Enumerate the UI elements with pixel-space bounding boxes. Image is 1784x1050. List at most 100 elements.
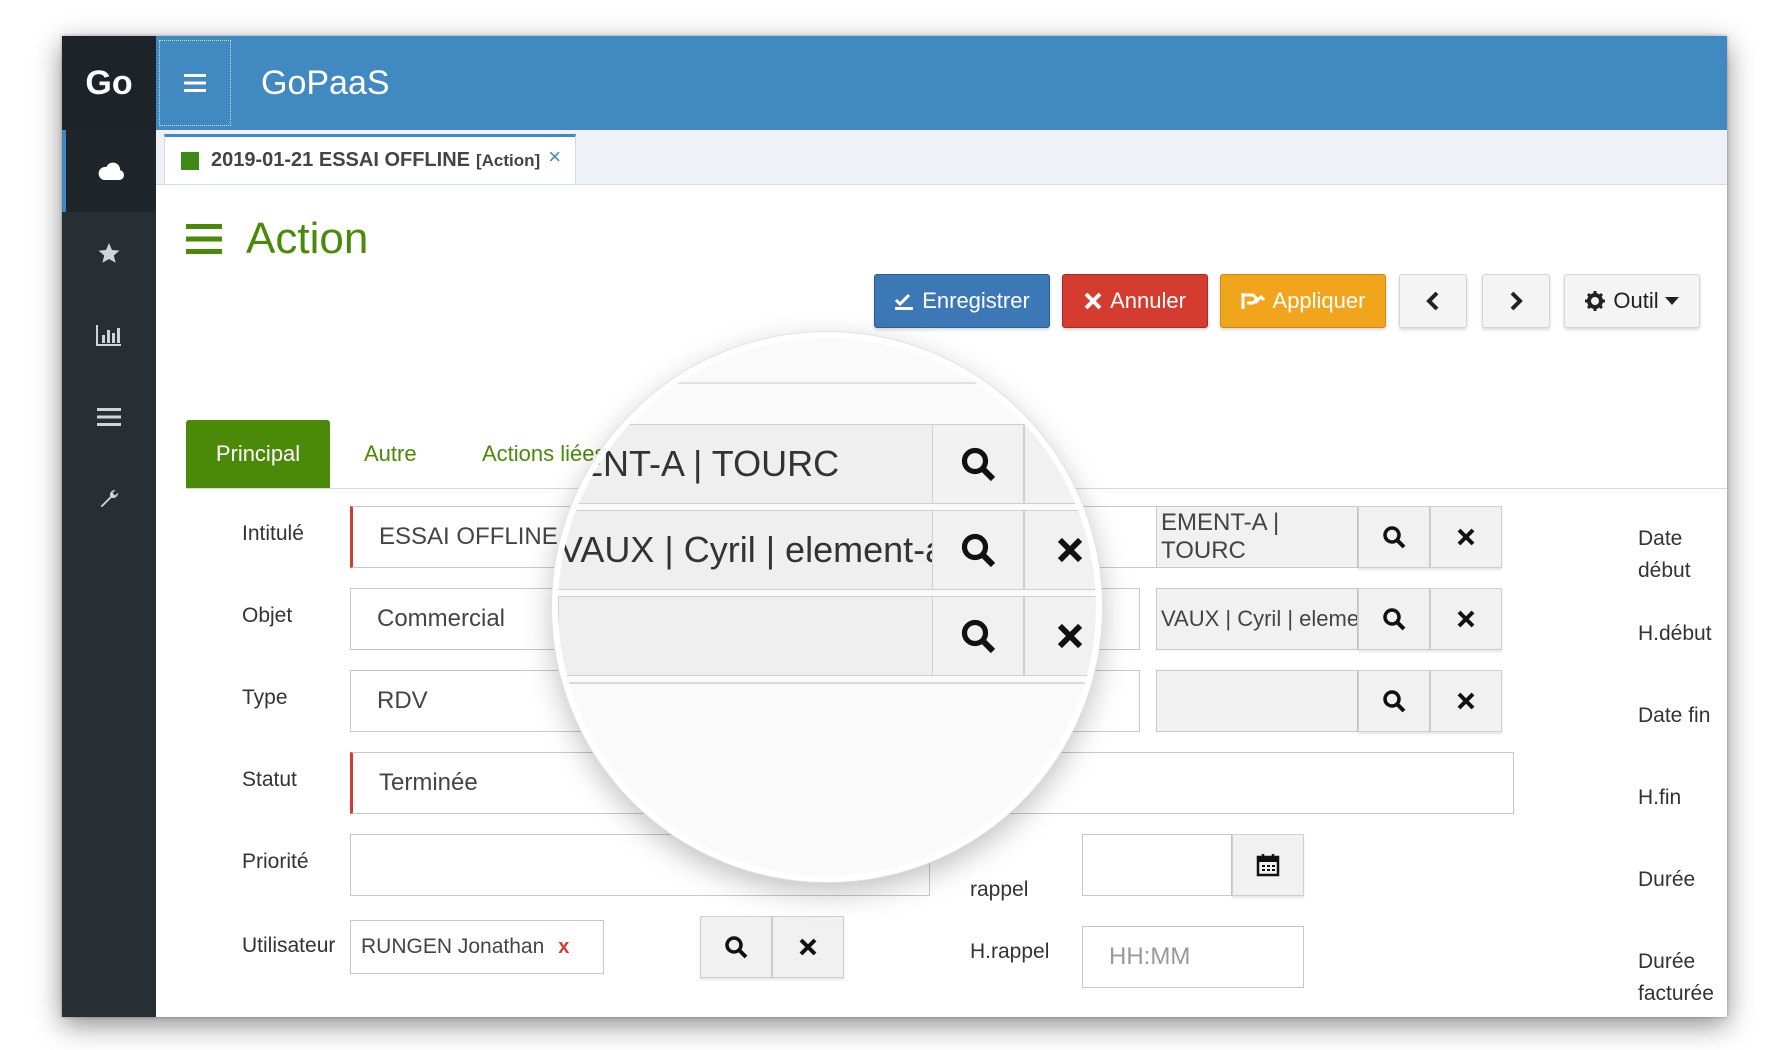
- objet-label: Objet: [242, 604, 293, 627]
- lens-contact-input: VAUX | Cyril | element-a: [558, 510, 933, 590]
- wrench-icon: [100, 489, 119, 508]
- apply-button[interactable]: Appliquer: [1220, 274, 1386, 328]
- list-icon: [97, 408, 121, 426]
- date-rappel-input[interactable]: [1082, 834, 1232, 896]
- rappel-label: rappel: [970, 878, 1029, 901]
- contact-lookup-input[interactable]: VAUX | Cyril | element-a: [1156, 588, 1358, 650]
- hrappel-input[interactable]: HH:MM: [1082, 926, 1304, 988]
- statut-value: Terminée: [379, 769, 478, 796]
- app-title: GoPaaS: [261, 63, 390, 102]
- duree-facturee-label-line2: facturée: [1638, 982, 1714, 1005]
- app-logo[interactable]: Go: [62, 36, 156, 130]
- document-tab-bar: 2019-01-21 ESSAI OFFLINE [Action] ×: [156, 130, 1727, 185]
- magnifier-lens: IENT-A | TOURC VAUX | Cyril | element-a: [552, 332, 1102, 882]
- status-square-icon: [181, 151, 199, 170]
- h-fin-label: H.fin: [1638, 786, 1682, 809]
- apply-button-label: Appliquer: [1272, 288, 1366, 313]
- utilisateur-clear-button[interactable]: [772, 916, 844, 978]
- lens-search-button: [932, 424, 1024, 504]
- sidebar-item-cloud[interactable]: [62, 130, 156, 212]
- intitule-label: Intitulé: [242, 522, 304, 545]
- lens-search-button: [932, 510, 1024, 590]
- contact-clear-button[interactable]: [1430, 588, 1502, 650]
- lens-search-button: [932, 596, 1024, 676]
- list-icon: [186, 224, 222, 254]
- type-value: RDV: [377, 687, 428, 714]
- search-icon: [725, 936, 748, 959]
- search-icon: [961, 447, 996, 482]
- cancel-button[interactable]: Annuler: [1062, 274, 1208, 328]
- sidebar-item-menu[interactable]: [62, 376, 156, 458]
- hrappel-placeholder: HH:MM: [1109, 943, 1191, 970]
- menu-toggle-button[interactable]: [159, 40, 231, 126]
- page-title-text: Action: [246, 214, 369, 263]
- priorite-label: Priorité: [242, 850, 309, 873]
- societe-lookup-input[interactable]: EMENT-A | TOURC: [1156, 506, 1358, 568]
- sidebar-item-favorites[interactable]: [62, 212, 156, 294]
- close-icon: [1457, 528, 1475, 546]
- previous-button[interactable]: [1399, 274, 1467, 328]
- duree-label: Durée: [1638, 868, 1696, 891]
- type-label: Type: [242, 686, 288, 709]
- close-icon: [1057, 623, 1083, 649]
- close-tab-button[interactable]: ×: [548, 144, 561, 170]
- page-title: Action: [186, 214, 368, 264]
- hrappel-label: H.rappel: [970, 940, 1050, 963]
- sidebar-item-tools[interactable]: [62, 458, 156, 540]
- search-icon: [1383, 608, 1406, 631]
- date-fin-label: Date fin: [1638, 704, 1711, 727]
- save-button[interactable]: Enregistrer: [874, 274, 1050, 328]
- lens-divider: [558, 382, 1096, 384]
- date-rappel-calendar-button[interactable]: [1232, 834, 1304, 896]
- close-icon: [1084, 292, 1102, 310]
- utilisateur-label: Utilisateur: [242, 934, 336, 957]
- close-icon: [1457, 610, 1475, 628]
- search-icon: [961, 533, 996, 568]
- societe-value: EMENT-A | TOURC: [1161, 509, 1280, 564]
- societe-search-button[interactable]: [1358, 506, 1430, 568]
- contact-search-button[interactable]: [1358, 588, 1430, 650]
- utilisateur-value: RUNGEN Jonathan: [361, 935, 545, 958]
- third-clear-button[interactable]: [1430, 670, 1502, 732]
- h-debut-label: H.début: [1638, 622, 1712, 645]
- utilisateur-chip-field[interactable]: RUNGEN Jonathan x: [350, 920, 604, 974]
- societe-clear-button[interactable]: [1430, 506, 1502, 568]
- tab-principal[interactable]: Principal: [186, 420, 330, 488]
- save-button-label: Enregistrer: [922, 288, 1030, 313]
- date-debut-label-line1: Date: [1638, 527, 1683, 550]
- tool-button-label: Outil: [1613, 288, 1659, 313]
- cancel-button-label: Annuler: [1110, 288, 1186, 313]
- next-button[interactable]: [1482, 274, 1550, 328]
- calendar-icon: [1256, 854, 1280, 877]
- date-debut-label-line2: début: [1638, 559, 1691, 582]
- document-tab-type: [Action]: [475, 150, 541, 170]
- remove-user-button[interactable]: x: [558, 936, 569, 959]
- tool-dropdown-button[interactable]: Outil: [1564, 274, 1700, 328]
- close-icon: [799, 938, 817, 956]
- bar-chart-icon: [96, 325, 121, 346]
- tab-autre[interactable]: Autre: [364, 420, 417, 488]
- statut-label: Statut: [242, 768, 297, 791]
- sidebar-item-reports[interactable]: [62, 294, 156, 376]
- gear-icon: [1585, 291, 1606, 311]
- duree-facturee-label-line1: Durée: [1638, 950, 1696, 973]
- lens-societe-value: IENT-A | TOURC: [569, 443, 840, 484]
- lens-clear-button: [1024, 424, 1096, 504]
- lens-societe-input: IENT-A | TOURC: [558, 424, 933, 504]
- lens-clear-button: [1024, 596, 1096, 676]
- third-search-button[interactable]: [1358, 670, 1430, 732]
- apply-icon: [1241, 291, 1265, 311]
- utilisateur-search-button[interactable]: [700, 916, 772, 978]
- lens-clear-button: [1024, 510, 1096, 590]
- chevron-right-icon: [1510, 291, 1523, 311]
- third-lookup-input[interactable]: [1156, 670, 1358, 732]
- close-icon: [1057, 537, 1083, 563]
- lens-contact-value: VAUX | Cyril | element-a: [559, 529, 933, 570]
- star-icon: [98, 243, 120, 263]
- contact-value: VAUX | Cyril | element-a: [1161, 606, 1357, 631]
- caret-down-icon: [1664, 297, 1679, 305]
- sidebar: Go: [62, 36, 156, 1017]
- hamburger-icon: [184, 74, 206, 92]
- document-tab[interactable]: 2019-01-21 ESSAI OFFLINE [Action] ×: [164, 134, 577, 184]
- lens-third-input: [558, 596, 933, 676]
